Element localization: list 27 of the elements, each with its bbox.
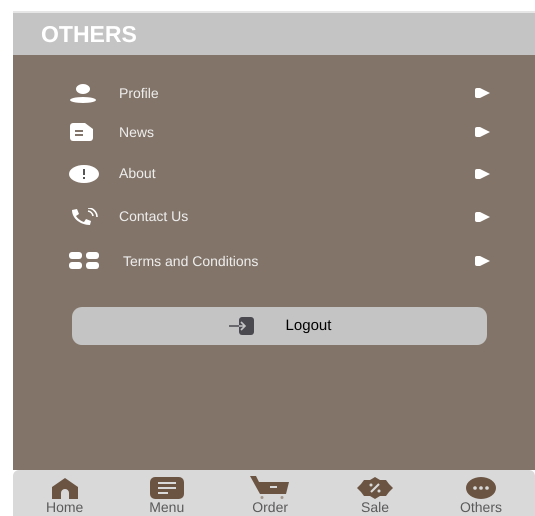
chevron-icon [475,256,490,266]
nav-tab[interactable]: Order [250,475,290,515]
discount-badge-icon [356,477,394,499]
note-icon [150,477,184,499]
exclamation-icon [69,164,99,182]
page-title: OTHERS [41,20,137,49]
chevron-icon [475,168,490,178]
phone-icon [69,208,99,226]
nav-tab[interactable]: Home [46,477,84,515]
sign-in-icon [228,316,256,336]
grid-icon [69,252,101,270]
menu-item[interactable]: About [69,154,490,193]
chevron-icon [475,212,490,222]
menu-item[interactable]: News [69,110,490,154]
nav-tab[interactable]: Others [460,477,502,515]
nav-tab[interactable]: Sale [356,477,394,515]
menu-item[interactable]: Terms and Conditions [69,240,490,282]
chevron-icon [475,88,490,98]
nav-tab[interactable]: Menu [149,477,184,515]
cart-icon [250,475,290,499]
person-icon [69,83,97,103]
more-icon [466,477,496,499]
menu-item[interactable]: Profile [69,76,490,110]
menu-item[interactable]: Contact Us [69,193,490,240]
chevron-icon [475,127,490,137]
logout-button[interactable]: Logout [72,307,487,345]
document-icon [69,123,95,141]
